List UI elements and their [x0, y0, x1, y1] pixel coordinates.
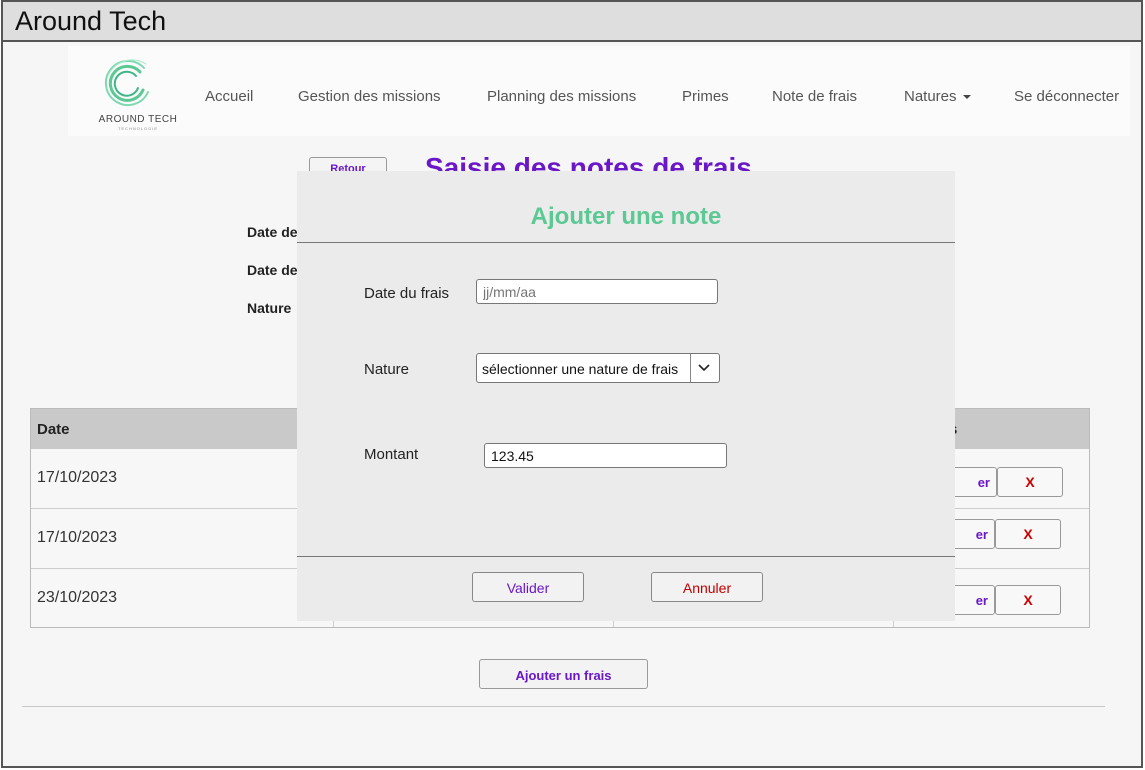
- modal-divider: [297, 242, 955, 243]
- row-date: 17/10/2023: [37, 529, 118, 546]
- filter-label-nature: Nature: [247, 300, 292, 316]
- delete-button[interactable]: X: [997, 467, 1063, 497]
- cancel-button[interactable]: Annuler: [651, 572, 763, 602]
- logo[interactable]: AROUND TECH TECHNOLOGIE: [86, 54, 177, 132]
- amount-field[interactable]: [484, 443, 727, 468]
- date-field[interactable]: [476, 279, 718, 304]
- validate-button[interactable]: Valider: [472, 572, 584, 602]
- nature-select-value: sélectionner une nature de frais: [482, 361, 679, 377]
- delete-button[interactable]: X: [995, 585, 1061, 615]
- app-window: Around Tech AROUND TECH TECHNOLOGIE Accu…: [1, 0, 1143, 768]
- nav-note-de-frais[interactable]: Note de frais: [772, 88, 857, 105]
- select-separator: [690, 354, 691, 382]
- logo-sub: TECHNOLOGIE: [117, 126, 159, 131]
- logo-ring-icon: [104, 59, 149, 106]
- chevron-down-icon: [698, 364, 710, 372]
- nature-select[interactable]: sélectionner une nature de frais: [476, 353, 720, 383]
- row-date: 17/10/2023: [37, 469, 118, 486]
- date-label: Date du frais: [364, 285, 450, 302]
- nav-accueil[interactable]: Accueil: [205, 88, 253, 105]
- delete-button[interactable]: X: [995, 519, 1061, 549]
- add-note-modal: Ajouter une note Date du frais Nature sé…: [297, 171, 955, 621]
- nav-gestion-missions[interactable]: Gestion des missions: [298, 88, 441, 105]
- page-title: Saisie des notes de frais: [425, 152, 752, 172]
- modal-title: Ajouter une note: [530, 203, 722, 230]
- nav-primes[interactable]: Primes: [682, 88, 729, 105]
- window-title: Around Tech: [15, 6, 167, 36]
- filter-label-date-end: Date de: [247, 262, 297, 278]
- nav-natures[interactable]: Natures: [904, 88, 971, 105]
- header-date: Date: [37, 421, 70, 438]
- nav-se-deconnecter[interactable]: Se déconnecter: [1014, 88, 1119, 105]
- logo-brand: AROUND TECH: [98, 114, 178, 125]
- modal-divider: [297, 556, 955, 557]
- window-titlebar: Around Tech: [3, 2, 1141, 42]
- nav-planning-missions[interactable]: Planning des missions: [487, 88, 636, 105]
- row-date: 23/10/2023: [37, 589, 118, 606]
- filter-label-date-start: Date de: [247, 224, 297, 240]
- nav-natures-label: Natures: [904, 88, 957, 105]
- amount-label: Montant: [364, 446, 419, 463]
- divider: [22, 706, 1105, 707]
- navbar: AROUND TECH TECHNOLOGIE Accueil Gestion …: [68, 46, 1130, 136]
- add-expense-button[interactable]: Ajouter un frais: [479, 659, 648, 689]
- nature-label: Nature: [364, 361, 410, 378]
- caret-down-icon: [962, 95, 971, 100]
